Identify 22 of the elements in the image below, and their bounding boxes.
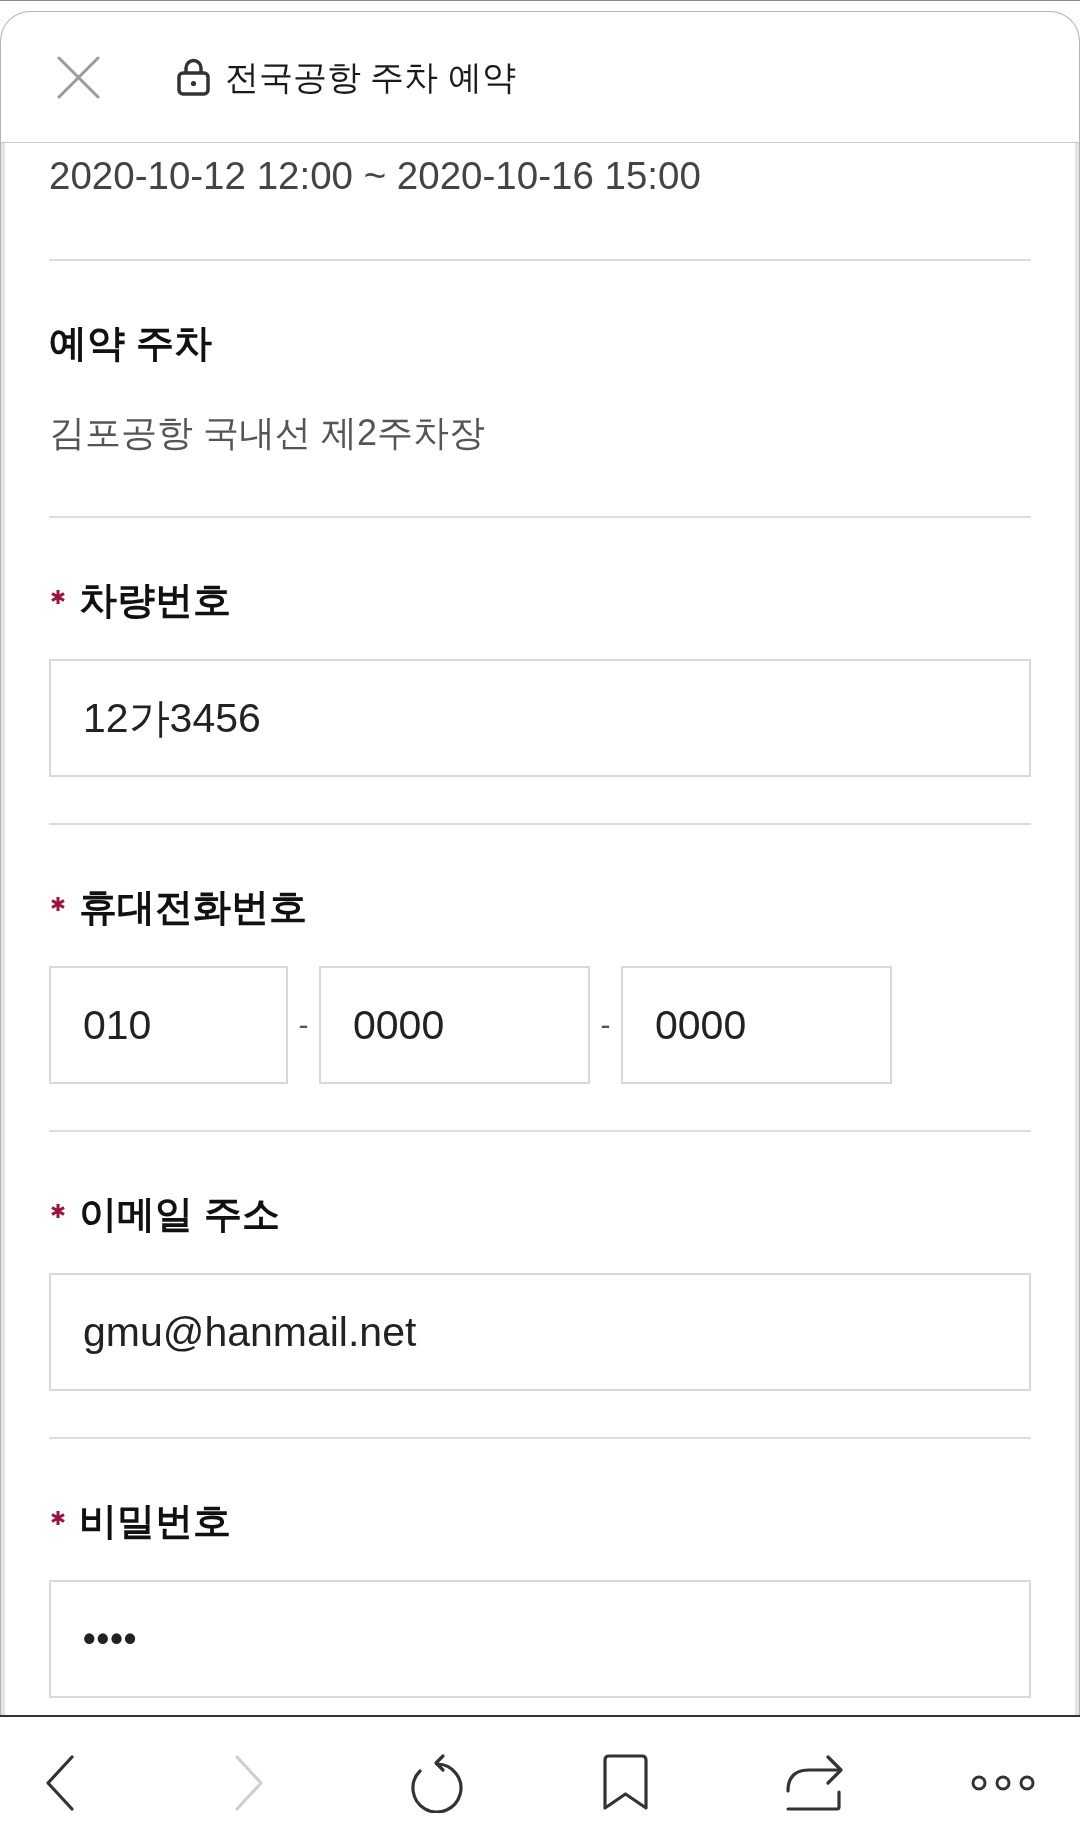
back-icon[interactable] (45, 1753, 75, 1812)
field-label: 이메일 주소 (79, 1192, 280, 1237)
hyphen-text: - (599, 1007, 612, 1043)
share-icon[interactable] (785, 1752, 844, 1813)
phone-field[interactable]: 0000 (319, 966, 590, 1084)
input-field[interactable]: 12가3456 (49, 659, 1031, 777)
password-field[interactable]: •••• (49, 1580, 1031, 1698)
field-label: 비밀번호 (79, 1499, 231, 1544)
more-icon[interactable] (970, 1774, 1035, 1791)
bookmark-icon[interactable] (602, 1752, 650, 1813)
hyphen-text: - (297, 1007, 310, 1043)
refresh-icon[interactable] (411, 1752, 464, 1813)
page-title: 전국공항 주차 예약 (225, 57, 516, 98)
phone-field[interactable]: 0000 (621, 966, 892, 1084)
phone-field[interactable]: 010 (49, 966, 288, 1084)
input-field[interactable]: gmu@hanmail.net (49, 1273, 1031, 1391)
parking-lot-text: 김포공항 국내선 제2주차장 (49, 411, 486, 455)
field-label: 휴대전화번호 (79, 885, 307, 930)
field-label: 차량번호 (79, 578, 231, 623)
field-label: 예약 주차 (49, 321, 212, 366)
date-range-text: 2020-10-12 12:00 ~ 2020-10-16 15:00 (49, 153, 701, 199)
close-icon[interactable] (57, 55, 100, 99)
